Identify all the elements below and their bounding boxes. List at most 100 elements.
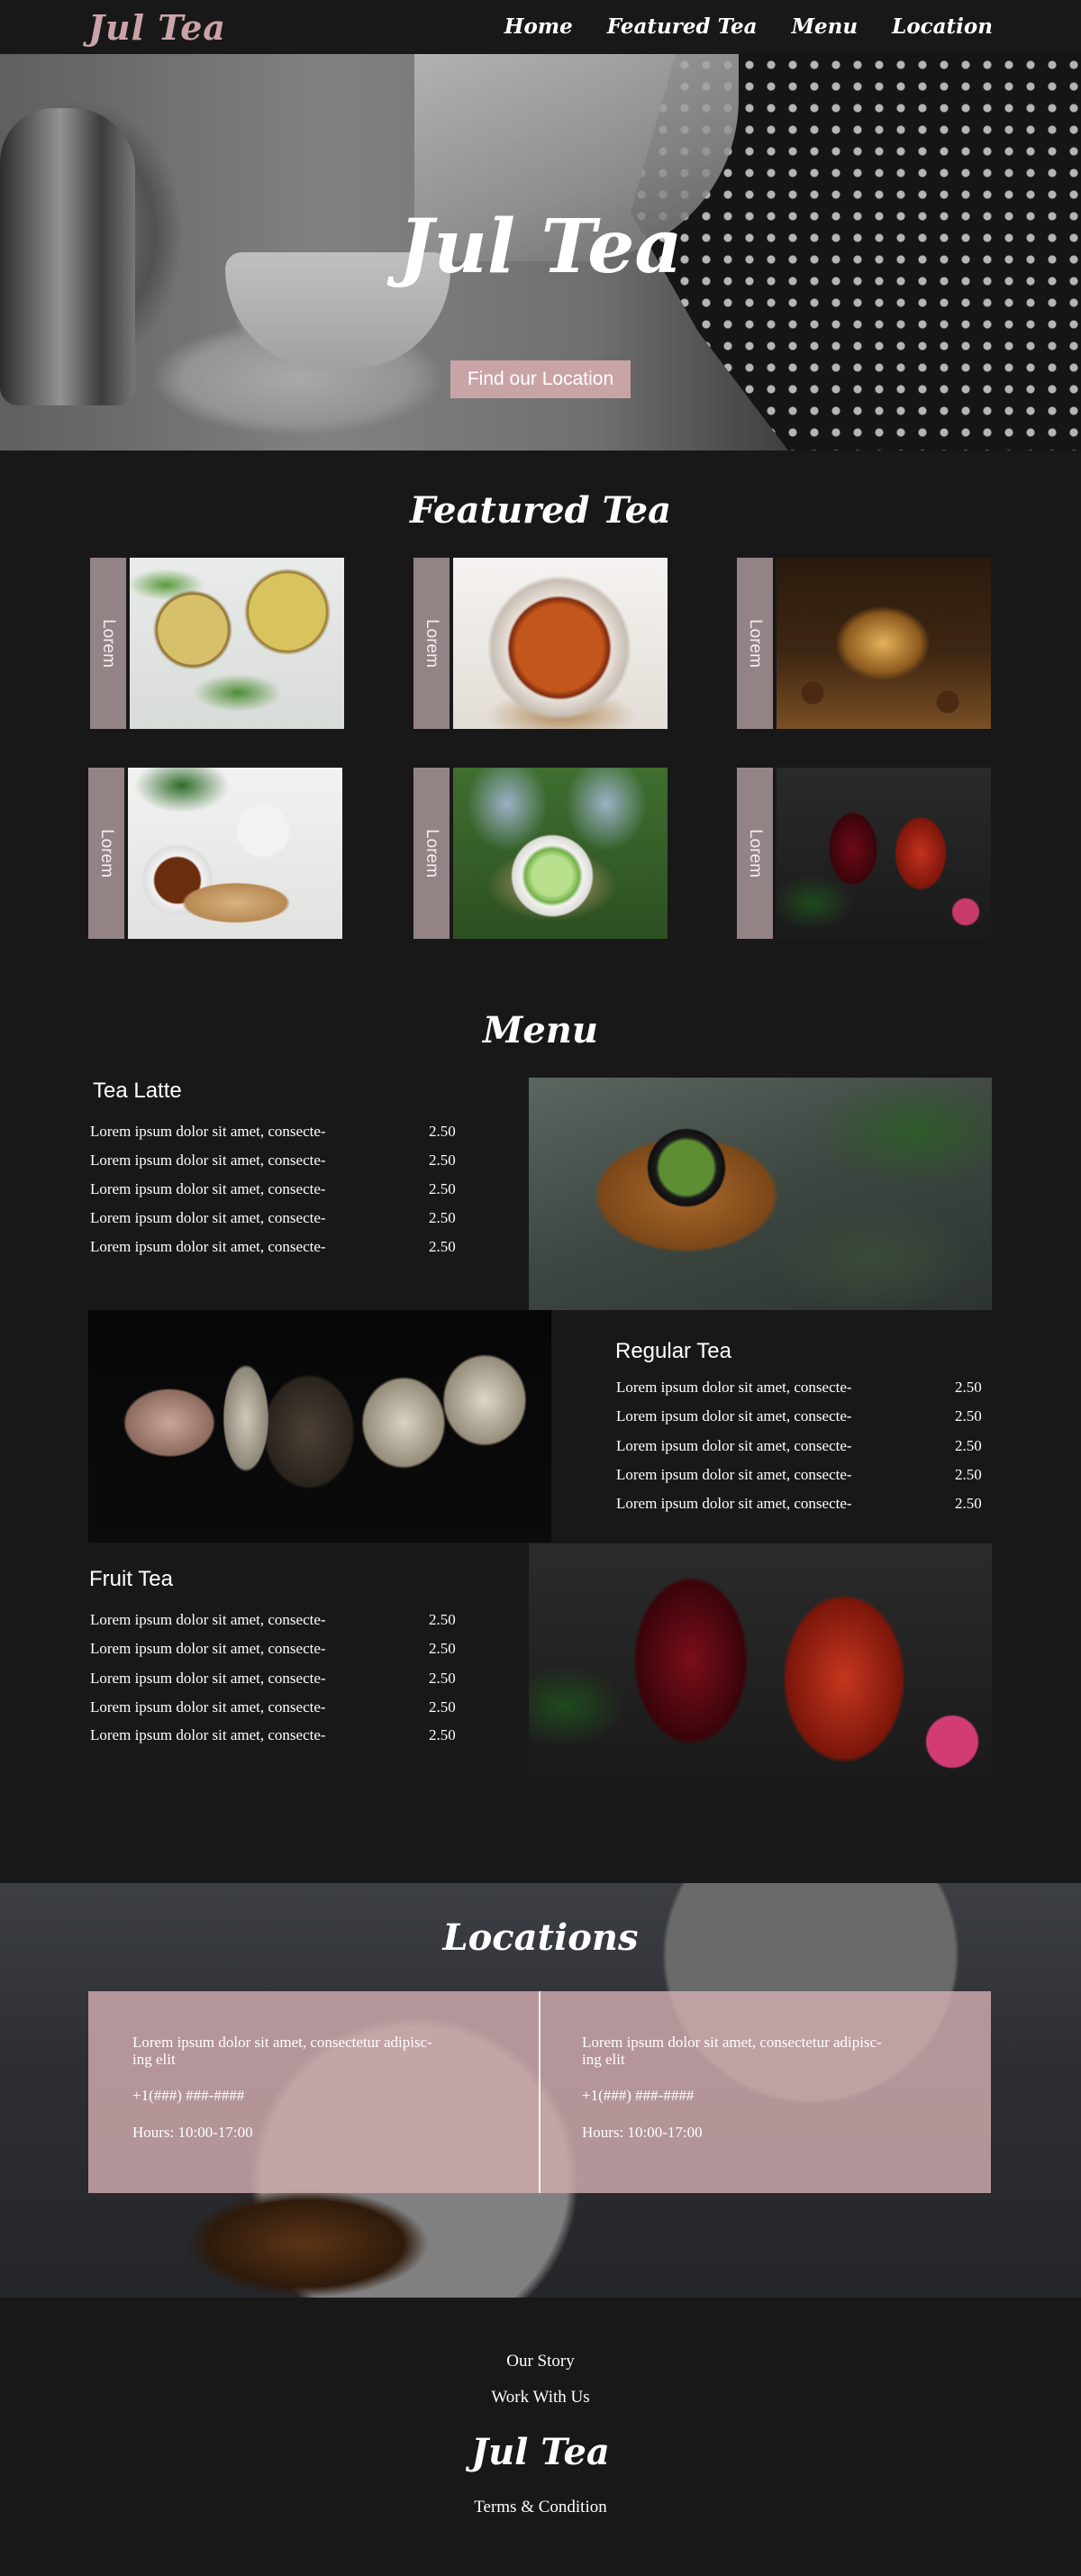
featured-card-image [128, 768, 342, 939]
nav-link-menu[interactable]: Menu [792, 14, 858, 39]
featured-title: Featured Tea [409, 489, 672, 532]
location-address-line: Lorem ipsum dolor sit amet, consectetur … [132, 2034, 432, 2051]
featured-card-label-bar: Lorem [90, 558, 126, 729]
featured-card[interactable]: Lorem [413, 558, 668, 729]
location-card: Lorem ipsum dolor sit amet, consectetur … [582, 2034, 942, 2162]
menu-item-price: 2.50 [429, 1726, 456, 1743]
menu-item-price: 2.50 [955, 1407, 982, 1425]
menu-item-row: Lorem ipsum dolor sit amet, consecte- 2.… [616, 1437, 986, 1466]
menu-item-price: 2.50 [955, 1379, 982, 1396]
menu-item-name: Lorem ipsum dolor sit amet, consecte- [90, 1670, 326, 1687]
featured-card-label-bar: Lorem [737, 558, 773, 729]
menu-item-name: Lorem ipsum dolor sit amet, consecte- [616, 1495, 852, 1512]
footer-link-terms[interactable]: Terms & Condition [0, 2498, 1081, 2517]
menu-item-price: 2.50 [429, 1238, 456, 1255]
menu-item-name: Lorem ipsum dolor sit amet, consecte- [616, 1379, 852, 1396]
menu-item-name: Lorem ipsum dolor sit amet, consecte- [90, 1123, 326, 1140]
menu-item-price: 2.50 [955, 1437, 982, 1454]
featured-card-label-bar: Lorem [88, 768, 124, 939]
featured-card-label: Lorem [746, 829, 766, 878]
featured-card-label-bar: Lorem [413, 768, 450, 939]
featured-card-label: Lorem [97, 829, 117, 878]
locations-panel: Lorem ipsum dolor sit amet, consectetur … [88, 1991, 991, 2193]
top-nav: Jul Tea Home Featured Tea Menu Location [0, 0, 1081, 54]
location-address-line: ing elit [132, 2050, 176, 2068]
location-phone[interactable]: +1(###) ###-#### [132, 2088, 493, 2105]
menu-item-price: 2.50 [429, 1670, 456, 1687]
featured-card[interactable]: Lorem [90, 558, 344, 729]
location-address-line: Lorem ipsum dolor sit amet, consectetur … [582, 2034, 882, 2051]
menu-item-price: 2.50 [429, 1698, 456, 1716]
location-phone[interactable]: +1(###) ###-#### [582, 2088, 942, 2105]
location-hours: Hours: 10:00-17:00 [132, 2124, 253, 2142]
footer-link-our-story[interactable]: Our Story [0, 2352, 1081, 2371]
featured-card-label: Lorem [99, 619, 119, 668]
featured-card-image [130, 558, 344, 729]
featured-card[interactable]: Lorem [413, 768, 668, 939]
featured-card-label-bar: Lorem [737, 768, 773, 939]
menu-title: Menu [483, 1009, 598, 1051]
featured-card-image [777, 558, 991, 729]
menu-item-price: 2.50 [955, 1466, 982, 1483]
menu-item-price: 2.50 [429, 1640, 456, 1657]
nav-link-featured-tea[interactable]: Featured Tea [607, 14, 758, 39]
menu-item-row: Lorem ipsum dolor sit amet, consecte- 2.… [90, 1180, 459, 1209]
location-address-line: ing elit [582, 2050, 625, 2068]
menu-item-row: Lorem ipsum dolor sit amet, consecte- 2.… [90, 1209, 459, 1238]
menu-item-price: 2.50 [429, 1123, 456, 1140]
menu-item-name: Lorem ipsum dolor sit amet, consecte- [90, 1238, 326, 1255]
menu-item-row: Lorem ipsum dolor sit amet, consecte- 2.… [616, 1407, 986, 1436]
menu-item-price: 2.50 [429, 1180, 456, 1197]
featured-card-label: Lorem [422, 829, 442, 878]
menu-item-row: Lorem ipsum dolor sit amet, consecte- 2.… [90, 1123, 459, 1151]
regular-tea-photo [88, 1310, 551, 1543]
menu-item-name: Lorem ipsum dolor sit amet, consecte- [90, 1180, 326, 1197]
menu-item-name: Lorem ipsum dolor sit amet, consecte- [90, 1726, 326, 1743]
menu-item-name: Lorem ipsum dolor sit amet, consecte- [90, 1151, 326, 1169]
menu-section-heading: Regular Tea [615, 1339, 731, 1363]
menu-item-name: Lorem ipsum dolor sit amet, consecte- [616, 1466, 852, 1483]
menu-item-name: Lorem ipsum dolor sit amet, consecte- [90, 1698, 326, 1716]
menu-item-row: Lorem ipsum dolor sit amet, consecte- 2.… [90, 1611, 459, 1640]
menu-item-row: Lorem ipsum dolor sit amet, consecte- 2.… [90, 1238, 459, 1267]
menu-item-row: Lorem ipsum dolor sit amet, consecte- 2.… [616, 1495, 986, 1524]
menu-item-price: 2.50 [955, 1495, 982, 1512]
menu-item-row: Lorem ipsum dolor sit amet, consecte- 2.… [90, 1670, 459, 1698]
menu-item-name: Lorem ipsum dolor sit amet, consecte- [90, 1611, 326, 1628]
locations-title: Locations [442, 1916, 639, 1959]
menu-item-row: Lorem ipsum dolor sit amet, consecte- 2.… [90, 1698, 459, 1727]
menu-item-name: Lorem ipsum dolor sit amet, consecte- [616, 1407, 852, 1425]
featured-card-image [453, 558, 668, 729]
menu-section-heading: Tea Latte [93, 1079, 182, 1103]
location-hours: Hours: 10:00-17:00 [582, 2124, 703, 2142]
menu-item-name: Lorem ipsum dolor sit amet, consecte- [90, 1640, 326, 1657]
find-location-button[interactable]: Find our Location [450, 360, 631, 398]
menu-section-heading: Fruit Tea [89, 1567, 173, 1591]
menu-item-name: Lorem ipsum dolor sit amet, consecte- [90, 1209, 326, 1226]
featured-card[interactable]: Lorem [737, 768, 991, 939]
hero-banner: Jul Tea Find our Location [0, 54, 1081, 451]
tea-latte-photo [529, 1078, 992, 1310]
featured-card-label-bar: Lorem [413, 558, 450, 729]
fruit-tea-photo [529, 1543, 992, 1776]
nav-link-location[interactable]: Location [892, 14, 993, 39]
featured-card-label: Lorem [746, 619, 766, 668]
featured-card-label: Lorem [422, 619, 442, 668]
brand-logo[interactable]: Jul Tea [88, 7, 226, 48]
menu-item-price: 2.50 [429, 1611, 456, 1628]
menu-item-row: Lorem ipsum dolor sit amet, consecte- 2.… [90, 1151, 459, 1180]
footer-logo[interactable]: Jul Tea [0, 2431, 1081, 2473]
menu-item-row: Lorem ipsum dolor sit amet, consecte- 2.… [90, 1726, 459, 1755]
footer-link-work-with-us[interactable]: Work With Us [0, 2388, 1081, 2408]
nav-link-home[interactable]: Home [504, 14, 573, 39]
menu-item-row: Lorem ipsum dolor sit amet, consecte- 2.… [616, 1379, 986, 1407]
menu-item-price: 2.50 [429, 1151, 456, 1169]
featured-card[interactable]: Lorem [88, 768, 342, 939]
menu-item-price: 2.50 [429, 1209, 456, 1226]
menu-item-name: Lorem ipsum dolor sit amet, consecte- [616, 1437, 852, 1454]
nav-links: Home Featured Tea Menu Location [504, 14, 993, 39]
location-card: Lorem ipsum dolor sit amet, consectetur … [132, 2034, 493, 2162]
featured-card[interactable]: Lorem [737, 558, 991, 729]
locations-divider [539, 1991, 540, 2193]
featured-card-image [777, 768, 991, 939]
